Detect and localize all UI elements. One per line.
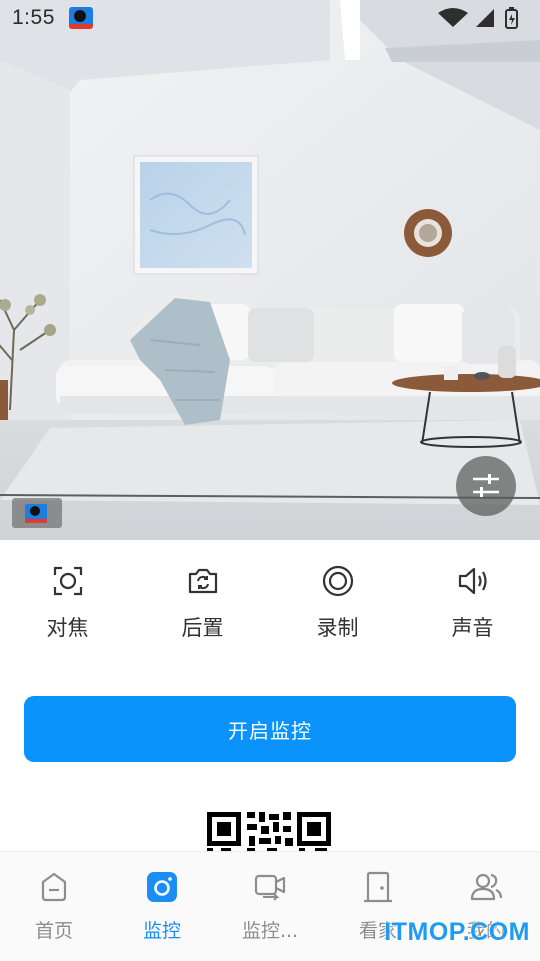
rear-camera-label: 后置	[181, 616, 224, 640]
nav-home[interactable]: 首页	[0, 852, 108, 961]
camera-icon	[147, 872, 177, 902]
nav-monitor[interactable]: 监控	[108, 852, 216, 961]
sound-label: 声音	[451, 616, 494, 640]
focus-icon	[53, 566, 82, 596]
nav-home-label: 首页	[34, 920, 73, 942]
sliders-icon	[473, 474, 499, 497]
sound-button[interactable]: 声音	[405, 548, 540, 658]
camera-switch-icon	[188, 568, 217, 594]
qr-code	[207, 812, 331, 852]
focus-button[interactable]: 对焦	[0, 548, 135, 658]
record-label: 录制	[316, 616, 359, 640]
record-icon	[322, 565, 353, 597]
camera-preview[interactable]: 1:55	[0, 0, 540, 540]
speaker-icon	[458, 567, 487, 595]
wifi-icon	[438, 8, 468, 27]
living-room-scene	[0, 0, 540, 540]
adjust-settings-button[interactable]	[456, 456, 516, 516]
nav-monitor-label: 监控	[142, 920, 181, 942]
start-monitoring-button[interactable]: 开启监控	[24, 696, 516, 762]
switch-camera-button[interactable]: 后置	[135, 548, 270, 658]
camera-controls: 对焦 后置 录制 声音	[0, 548, 540, 658]
signal-icon	[476, 9, 494, 27]
nav-monitor-view-label: 监控...	[241, 920, 299, 942]
focus-label: 对焦	[46, 616, 89, 640]
users-icon	[470, 873, 503, 901]
app-badge-icon	[12, 498, 62, 528]
nav-monitor-view[interactable]: 监控...	[216, 852, 324, 961]
video-monitor-icon	[254, 874, 286, 901]
door-icon	[364, 871, 392, 903]
record-button[interactable]: 录制	[270, 548, 405, 658]
system-status-icons	[438, 7, 518, 29]
status-time: 1:55	[12, 6, 55, 29]
status-bar: 1:55	[0, 0, 540, 38]
watermark: ITMOP.COM	[384, 918, 530, 946]
home-icon	[41, 872, 67, 902]
app-notification-icon	[69, 7, 93, 29]
